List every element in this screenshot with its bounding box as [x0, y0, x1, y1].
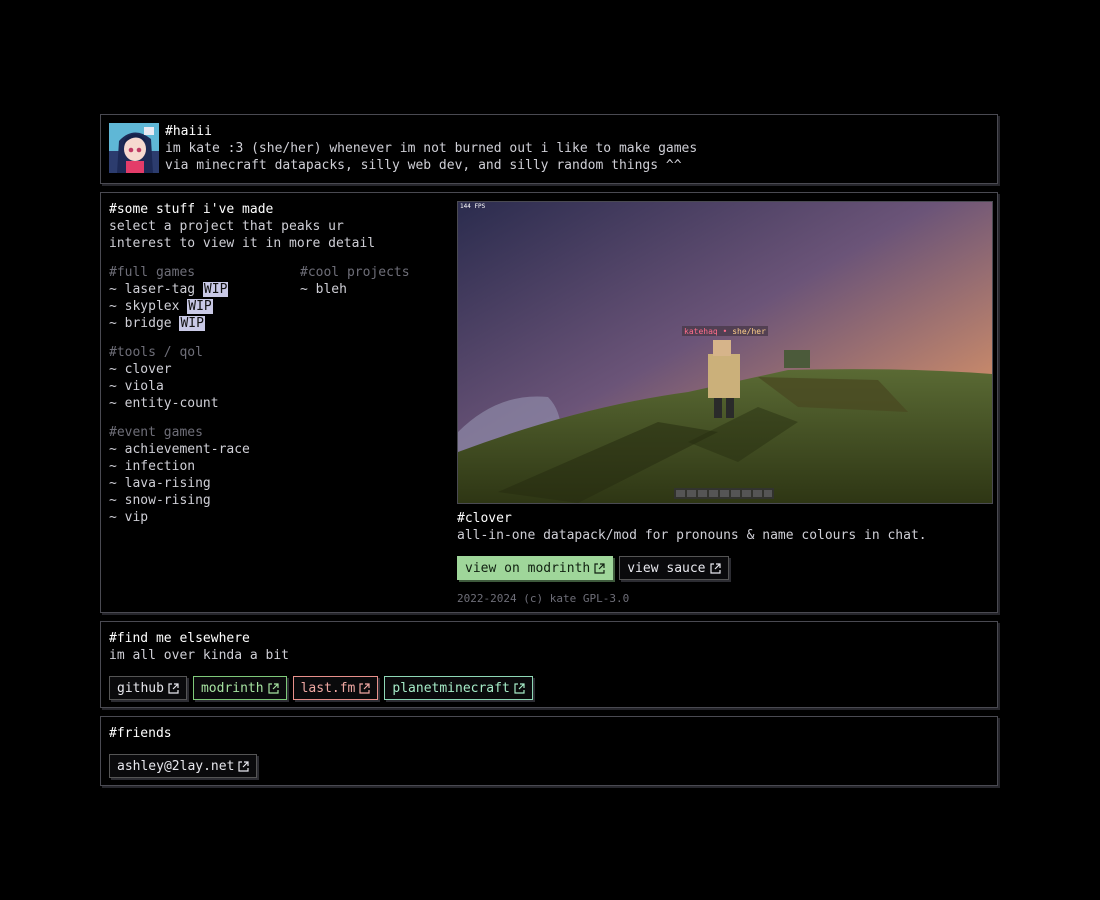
wip-badge: WIP — [179, 316, 205, 331]
external-link-icon — [267, 682, 279, 694]
license-footer: 2022-2024 (c) kate GPL-3.0 — [457, 592, 630, 605]
tools-label: #tools / qol — [109, 345, 203, 360]
friend-link-ashley[interactable]: ashley@2lay.net — [109, 754, 258, 778]
project-screenshot: katehaq • she/her 144 FPS — [457, 201, 993, 504]
project-item-clover[interactable]: ~ clover — [109, 361, 491, 378]
external-link-icon — [168, 682, 179, 694]
project-item-entity-count[interactable]: ~ entity-count — [109, 395, 491, 412]
project-item-laser-tag[interactable]: ~ laser-tag WIP — [109, 281, 300, 298]
project-item-infection[interactable]: ~ infection — [109, 458, 491, 475]
svg-text:katehaq • she/her: katehaq • she/her — [684, 327, 766, 336]
projects-panel: #some stuff i've made select a project t… — [100, 192, 998, 613]
fps-counter: 144 FPS — [460, 203, 486, 210]
full-games-section: #full games ~ laser-tag WIP ~ skyplex WI… — [109, 264, 300, 332]
full-games-label: #full games — [109, 265, 196, 280]
view-sauce-button[interactable]: view sauce — [619, 556, 729, 580]
nametag-separator: • — [723, 327, 728, 336]
projects-title: #some stuff i've made — [109, 202, 274, 217]
external-link-icon — [514, 682, 525, 694]
nametag-name: katehaq — [684, 327, 718, 336]
project-item-viola[interactable]: ~ viola — [109, 378, 491, 395]
external-link-icon — [238, 760, 250, 772]
external-link-icon — [709, 562, 721, 574]
planetminecraft-link[interactable]: planetminecraft — [384, 676, 533, 700]
elsewhere-subtitle: im all over kinda a bit — [109, 648, 290, 663]
lastfm-link[interactable]: last.fm — [292, 676, 379, 700]
project-item-lava-rising[interactable]: ~ lava-rising — [109, 475, 491, 492]
selected-project-title: #clover — [457, 511, 512, 526]
project-item-vip[interactable]: ~ vip — [109, 509, 491, 526]
view-on-modrinth-button[interactable]: view on modrinth — [457, 556, 614, 580]
friends-title: #friends — [109, 726, 172, 741]
elsewhere-panel: #find me elsewhere im all over kinda a b… — [100, 621, 998, 708]
project-item-bridge[interactable]: ~ bridge WIP — [109, 315, 300, 332]
projects-subtitle-1: select a project that peaks ur — [109, 219, 344, 234]
intro-title: #haiii — [165, 124, 212, 139]
nametag-pronouns: she/her — [732, 327, 766, 336]
modrinth-link[interactable]: modrinth — [192, 676, 287, 700]
external-link-icon — [594, 562, 605, 574]
intro-line-2: via minecraft datapacks, silly web dev, … — [165, 158, 682, 173]
elsewhere-title: #find me elsewhere — [109, 631, 250, 646]
wip-badge: WIP — [187, 299, 213, 314]
projects-subtitle-2: interest to view it in more detail — [109, 236, 376, 251]
selected-project-description: all-in-one datapack/mod for pronouns & n… — [457, 528, 927, 543]
project-item-achievement-race[interactable]: ~ achievement-race — [109, 441, 491, 458]
external-link-icon — [359, 682, 370, 694]
event-games-label: #event games — [109, 425, 203, 440]
intro-panel: #haiii im kate :3 (she/her) whenever im … — [100, 114, 998, 184]
friends-panel: #friends ashley@2lay.net — [100, 716, 998, 786]
wip-badge: WIP — [202, 282, 229, 297]
intro-line-1: im kate :3 (she/her) whenever im not bur… — [165, 141, 698, 156]
avatar — [109, 123, 159, 173]
project-item-skyplex[interactable]: ~ skyplex WIP — [109, 298, 300, 315]
github-link[interactable]: github — [109, 676, 187, 700]
project-item-snow-rising[interactable]: ~ snow-rising — [109, 492, 491, 509]
